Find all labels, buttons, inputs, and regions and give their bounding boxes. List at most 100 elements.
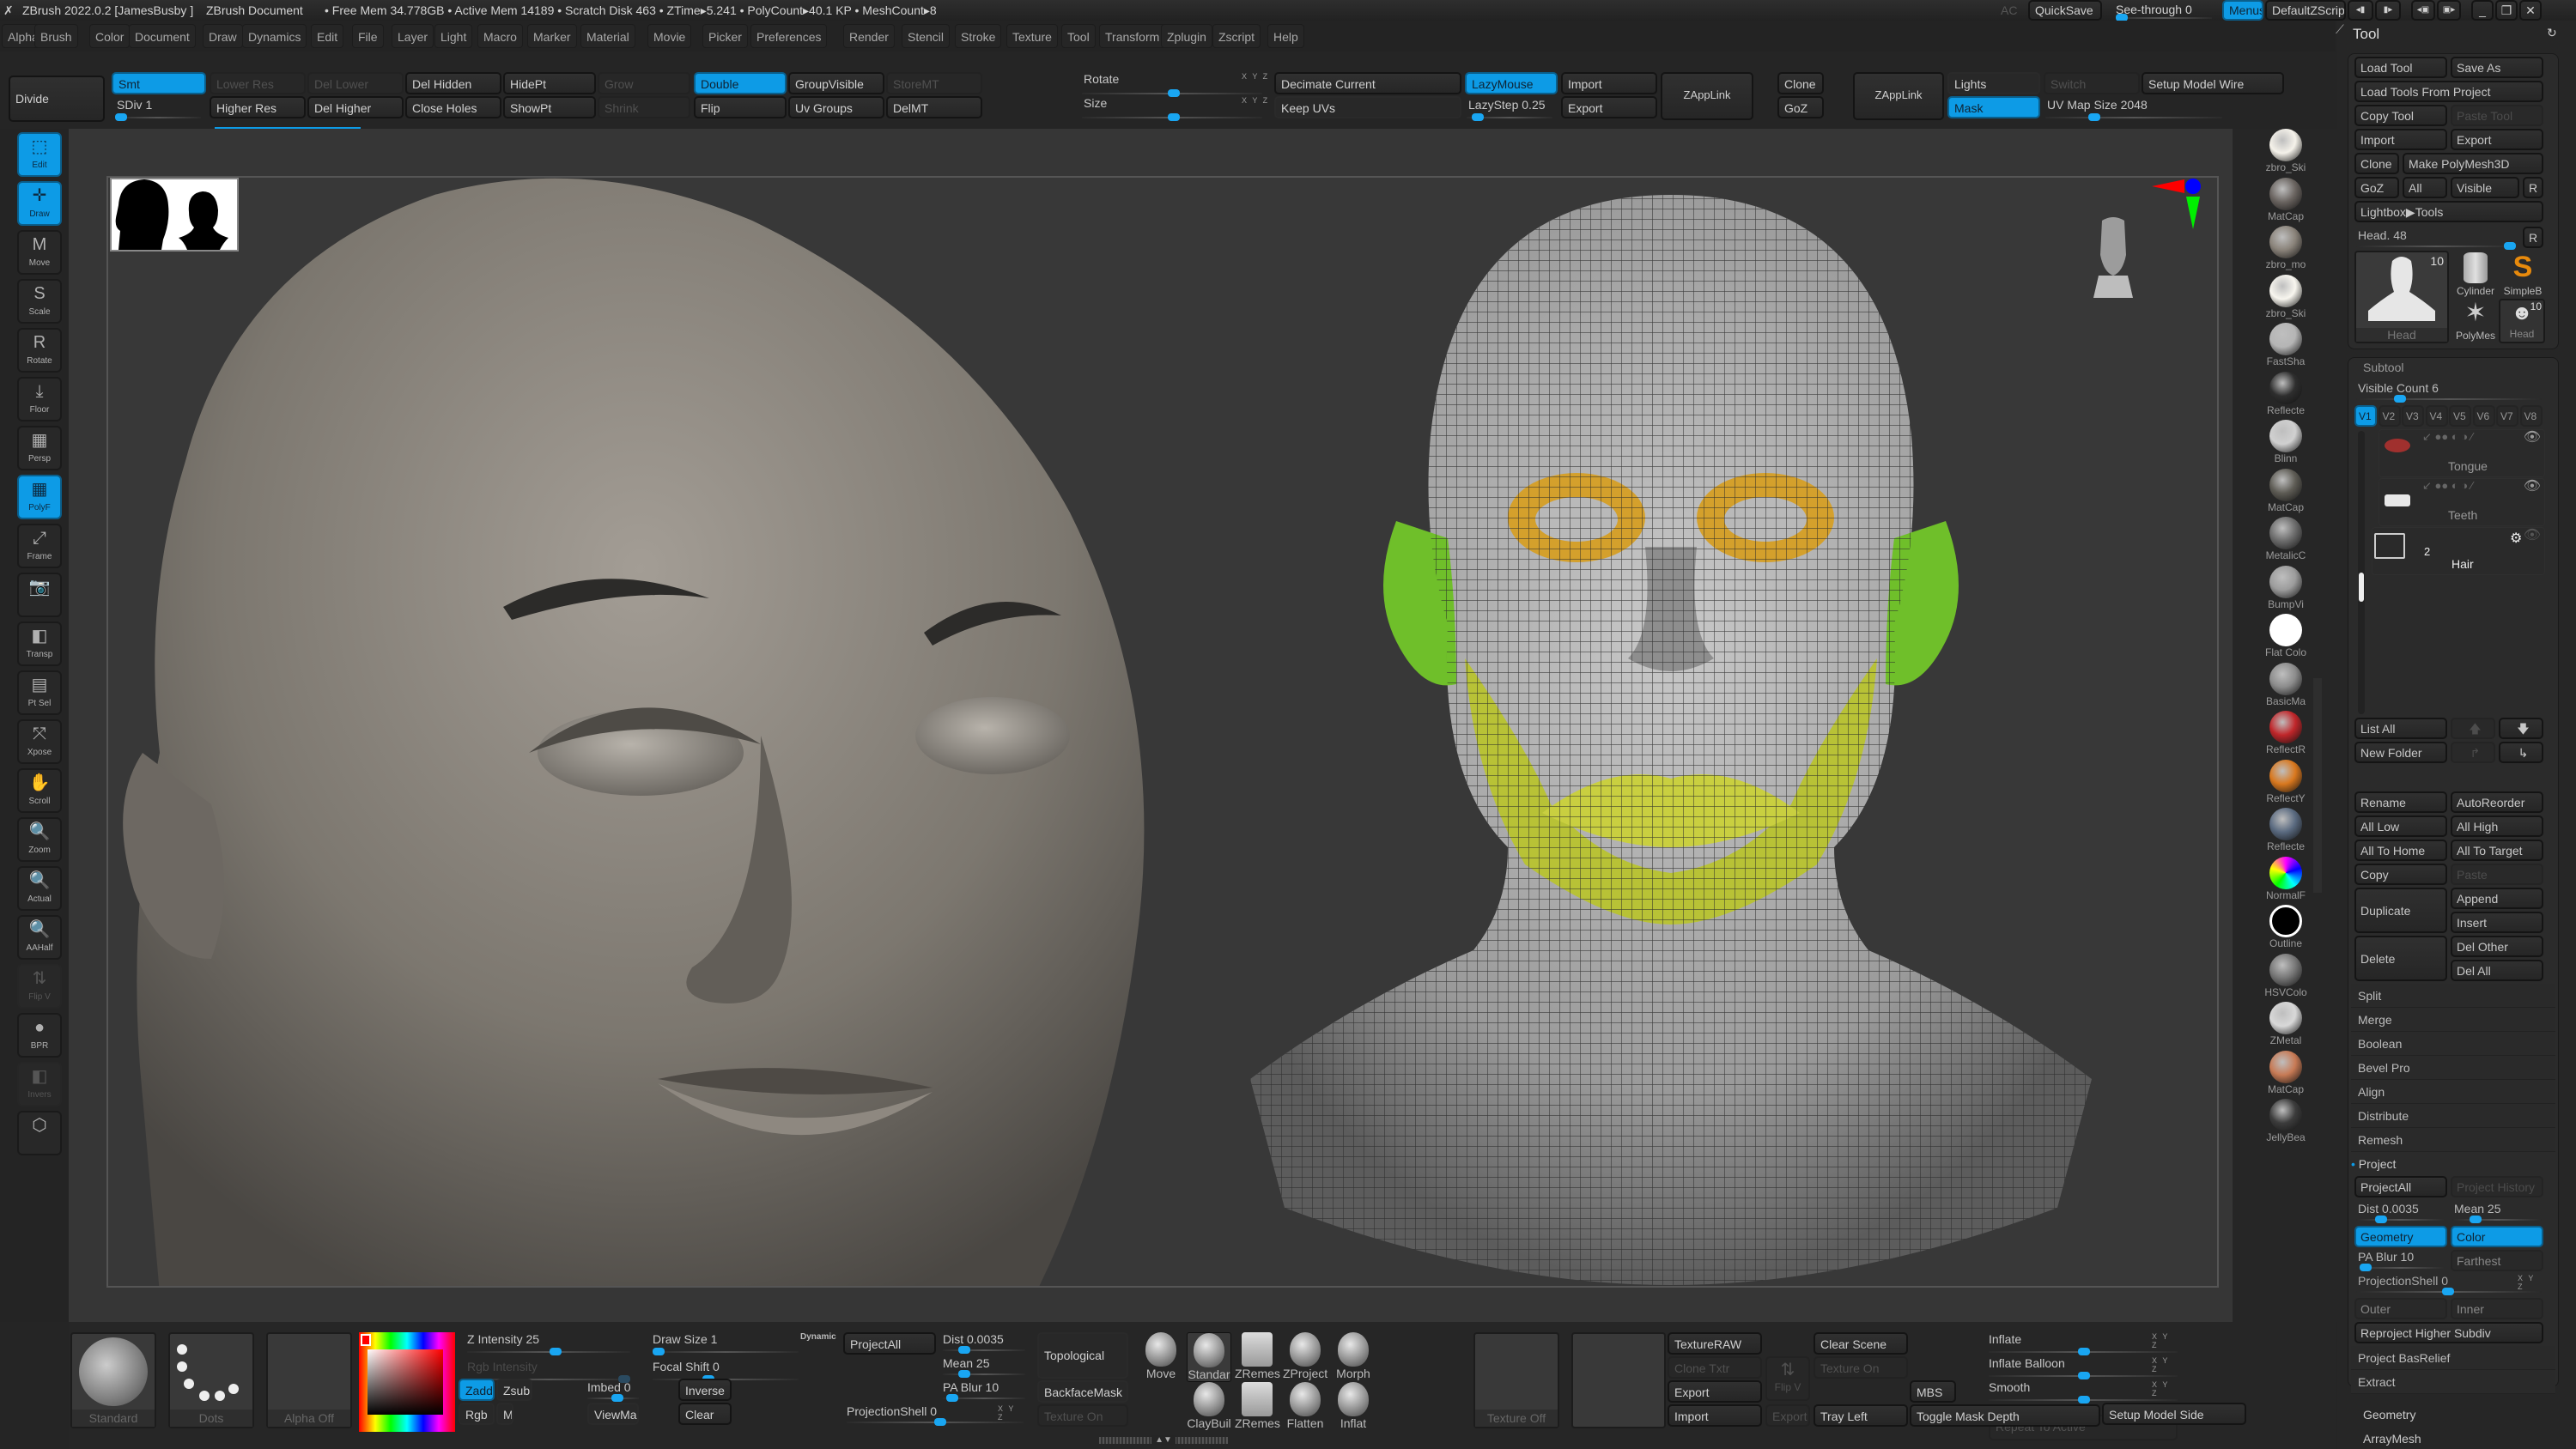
flip-button[interactable]: Flip bbox=[694, 96, 787, 118]
extract-section[interactable]: Extract bbox=[2351, 1370, 2555, 1394]
shelf-button-zoom[interactable]: 🔍 Zoom bbox=[17, 817, 62, 862]
quicksave-button[interactable]: QuickSave bbox=[2028, 0, 2102, 21]
project-color-toggle[interactable]: Color bbox=[2451, 1226, 2543, 1247]
bottom-pa-blur-slider[interactable]: PA Blur 10 bbox=[943, 1380, 1025, 1402]
sculpt-head-model[interactable] bbox=[108, 176, 1224, 1288]
zapplink-button[interactable]: ZAppLink bbox=[1661, 72, 1753, 120]
duplicate-button[interactable]: Duplicate bbox=[2354, 888, 2447, 933]
shelf-button-camera[interactable]: 📷 bbox=[17, 573, 62, 617]
texture-thumbnail-2[interactable] bbox=[1571, 1332, 1666, 1428]
outer-toggle[interactable]: Outer bbox=[2354, 1298, 2447, 1319]
menu-stroke[interactable]: Stroke bbox=[955, 24, 1002, 48]
tool-goz-button[interactable]: GoZ bbox=[2354, 177, 2399, 198]
section-merge[interactable]: Merge bbox=[2351, 1008, 2555, 1032]
lightbox-tools-button[interactable]: Lightbox▶Tools bbox=[2354, 201, 2543, 222]
shrink-button[interactable]: Shrink bbox=[598, 96, 690, 118]
inflate-slider[interactable]: Inflate X Y Z bbox=[1989, 1332, 2178, 1355]
decimate-current-button[interactable]: Decimate Current bbox=[1274, 72, 1461, 94]
goz-all-button[interactable]: All bbox=[2403, 177, 2447, 198]
folder-settings-gear-icon[interactable]: ⚙ bbox=[2510, 530, 2522, 547]
shelf-button-cube[interactable]: ⬡ bbox=[17, 1111, 62, 1155]
menus-button[interactable]: Menus bbox=[2222, 0, 2263, 21]
texture-on-2-toggle[interactable]: Texture On bbox=[1814, 1356, 1908, 1379]
draw-size-slider[interactable]: Draw Size 1 bbox=[653, 1332, 799, 1355]
goz-r-button[interactable]: R bbox=[2523, 177, 2543, 198]
keep-uvs-toggle[interactable]: Keep UVs bbox=[1274, 96, 1461, 118]
mbs-button[interactable]: MBS bbox=[1910, 1380, 1956, 1403]
quick-brush-zremes[interactable]: ZRemes bbox=[1235, 1382, 1280, 1430]
higher-res-button[interactable]: Higher Res bbox=[210, 96, 306, 118]
texture-thumbnail[interactable]: Texture Off bbox=[1473, 1332, 1559, 1428]
m-toggle[interactable]: M bbox=[496, 1403, 513, 1425]
color-saturation-value-square[interactable] bbox=[368, 1349, 443, 1415]
subtool-controls-icon[interactable]: ↙ ●● ◐ ◑ ⁄ bbox=[2422, 479, 2473, 493]
delete-button[interactable]: Delete bbox=[2354, 936, 2447, 981]
subtool-paste-button[interactable]: Paste bbox=[2451, 864, 2543, 885]
z-intensity-slider[interactable]: Z Intensity 25 bbox=[467, 1332, 630, 1355]
quick-brush-inflat[interactable]: Inflat bbox=[1331, 1382, 1376, 1430]
menu-marker[interactable]: Marker bbox=[527, 24, 577, 48]
del-lower-button[interactable]: Del Lower bbox=[307, 72, 404, 94]
section-align[interactable]: Align bbox=[2351, 1080, 2555, 1104]
quick-brush-flatten[interactable]: Flatten bbox=[1283, 1382, 1327, 1430]
shelf-button-actual[interactable]: 🔍 Actual bbox=[17, 866, 62, 911]
subtool-folder-hair[interactable]: 2 ⚙ 👁 Hair bbox=[2372, 527, 2545, 575]
tool-export-button[interactable]: Export bbox=[2451, 129, 2543, 150]
project-section-header[interactable]: • Project bbox=[2351, 1157, 2396, 1171]
visible-count-slider[interactable]: Visible Count 6 bbox=[2354, 381, 2543, 403]
quick-brush-move[interactable]: Move bbox=[1139, 1332, 1183, 1380]
material-14[interactable]: Reflecte bbox=[2262, 808, 2310, 856]
del-other-button[interactable]: Del Other bbox=[2451, 936, 2543, 957]
copy-tool-button[interactable]: Copy Tool bbox=[2354, 105, 2447, 126]
menu-texture[interactable]: Texture bbox=[1006, 24, 1058, 48]
prev-layout-icon[interactable]: ◂▮ bbox=[2348, 0, 2373, 21]
clone-button[interactable]: Clone bbox=[1777, 72, 1824, 94]
showpt-button[interactable]: ShowPt bbox=[503, 96, 596, 118]
export-button[interactable]: Export bbox=[1561, 96, 1657, 118]
shelf-button-bpr[interactable]: ● BPR bbox=[17, 1013, 62, 1058]
inflate-balloon-slider[interactable]: Inflate Balloon X Y Z bbox=[1989, 1356, 2178, 1379]
project-history-button[interactable]: Project History bbox=[2451, 1176, 2543, 1197]
mask-inverse-button[interactable]: Inverse bbox=[678, 1379, 732, 1401]
project-pa-blur-slider[interactable]: PA Blur 10 bbox=[2354, 1250, 2447, 1271]
menu-file[interactable]: File bbox=[352, 24, 384, 48]
shelf-button-scale[interactable]: S Scale bbox=[17, 279, 62, 324]
zsub-toggle[interactable]: Zsub bbox=[496, 1379, 532, 1401]
material-15[interactable]: NormalF bbox=[2262, 856, 2310, 905]
quick-brush-zremes[interactable]: ZRemes bbox=[1235, 1332, 1280, 1380]
imbed-slider[interactable]: Imbed 0 bbox=[587, 1380, 639, 1402]
close-icon[interactable]: ✕ bbox=[2519, 0, 2542, 21]
mask-button[interactable]: Mask bbox=[1947, 96, 2040, 118]
texture-raw-button[interactable]: TextureRAW bbox=[1668, 1332, 1762, 1355]
material-11[interactable]: BasicMa bbox=[2262, 662, 2310, 711]
material-2[interactable]: zbro_mo bbox=[2262, 226, 2310, 274]
projection-shell-slider[interactable]: ProjectionShell 0 X Y Z bbox=[2354, 1274, 2543, 1295]
project-geometry-toggle[interactable]: Geometry bbox=[2354, 1226, 2447, 1247]
tool-import-button[interactable]: Import bbox=[2354, 129, 2447, 150]
material-5[interactable]: Reflecte bbox=[2262, 371, 2310, 420]
texture-import-button[interactable]: Import bbox=[1668, 1404, 1762, 1427]
texture-export-2-button[interactable]: Export bbox=[1765, 1404, 1810, 1427]
delmt-button[interactable]: DelMT bbox=[886, 96, 982, 118]
uv-map-size-slider[interactable]: UV Map Size 2048 bbox=[2044, 96, 2233, 122]
grow-button[interactable]: Grow bbox=[598, 72, 690, 94]
material-9[interactable]: BumpVi bbox=[2262, 565, 2310, 614]
divide-button[interactable]: Divide bbox=[9, 76, 105, 122]
see-through-slider[interactable]: See-through 0 bbox=[2116, 0, 2219, 21]
tool-thumb-simplebrush[interactable]: S SimpleB bbox=[2499, 251, 2547, 297]
rgb-toggle[interactable]: Rgb bbox=[459, 1403, 495, 1425]
minimize-icon[interactable]: _ bbox=[2471, 0, 2494, 21]
section-boolean[interactable]: Boolean bbox=[2351, 1032, 2555, 1056]
menu-light[interactable]: Light bbox=[434, 24, 473, 48]
bottom-dist-slider[interactable]: Dist 0.0035 bbox=[943, 1332, 1025, 1354]
prev-ui-icon[interactable]: ◂▣ bbox=[2411, 0, 2435, 21]
zadd-toggle[interactable]: Zadd bbox=[459, 1379, 495, 1401]
dynamic-toggle[interactable]: Dynamic bbox=[800, 1332, 836, 1342]
bottom-shelf-resize-handle[interactable]: ▲▼ bbox=[1099, 1435, 1228, 1445]
subtool-copy-button[interactable]: Copy bbox=[2354, 864, 2447, 885]
menu-macro[interactable]: Macro bbox=[477, 24, 523, 48]
material-10[interactable]: Flat Colo bbox=[2262, 614, 2310, 662]
double-button[interactable]: Double bbox=[694, 72, 787, 94]
geometry-section[interactable]: Geometry bbox=[2363, 1408, 2415, 1422]
shelf-button-flip-v[interactable]: ⇅ Flip V bbox=[17, 964, 62, 1009]
